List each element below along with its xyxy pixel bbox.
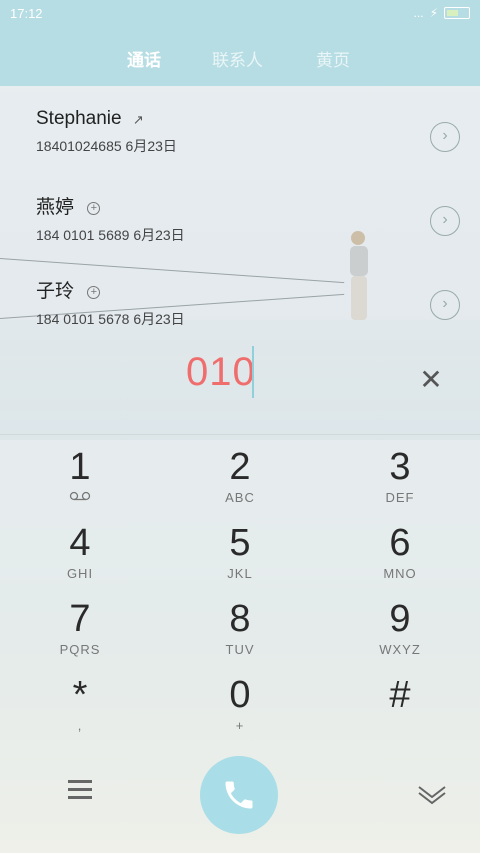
key-letters: MNO: [383, 566, 417, 581]
tab-yellow-pages[interactable]: 黄页: [316, 46, 350, 71]
key-digit: 2: [229, 446, 251, 488]
key-digit: #: [389, 674, 411, 716]
key-letters: GHI: [66, 566, 94, 581]
key-3[interactable]: 3 DEF: [340, 446, 460, 505]
key-letters: ABC: [225, 490, 255, 505]
phone-icon: [225, 781, 253, 809]
contact-name: Stephanie: [36, 108, 122, 129]
key-letters: JKL: [227, 566, 253, 581]
contact-detail-button[interactable]: ›: [430, 290, 460, 320]
key-letters: WXYZ: [379, 642, 421, 657]
key-digit: 4: [69, 522, 91, 564]
key-digit: 8: [229, 598, 251, 640]
call-date: 6月23日: [133, 227, 185, 243]
key-5[interactable]: 5 JKL: [180, 522, 300, 581]
key-4[interactable]: 4 GHI: [20, 522, 140, 581]
contact-name: 子玲: [36, 281, 75, 302]
status-bar: 17:12 ... ⚡: [0, 0, 480, 28]
tab-bar: 通话 联系人 黄页: [0, 28, 480, 86]
key-letters: DEF: [385, 490, 415, 505]
contact-number: 184 0101 5678: [36, 311, 130, 327]
text-cursor: [252, 346, 254, 398]
contact-name: 燕婷: [36, 197, 75, 218]
key-hash[interactable]: #: [340, 674, 460, 718]
recent-call-item[interactable]: Stephanie ↗ 18401024685 6月23日 ›: [36, 108, 460, 178]
tab-contacts[interactable]: 联系人: [212, 46, 263, 71]
status-time: 17:12: [10, 6, 43, 21]
key-1[interactable]: 1: [20, 446, 140, 505]
contact-number: 184 0101 5689: [36, 227, 130, 243]
call-button[interactable]: [200, 756, 278, 834]
key-letters: TUV: [225, 642, 255, 657]
key-digit: 9: [389, 598, 411, 640]
charging-icon: ⚡: [429, 6, 438, 20]
key-digit: 6: [389, 522, 411, 564]
key-2[interactable]: 2 ABC: [180, 446, 300, 505]
battery-icon: [444, 7, 470, 19]
add-contact-icon[interactable]: +: [87, 202, 101, 215]
key-letters: PQRS: [59, 642, 101, 657]
call-date: 6月23日: [133, 311, 185, 327]
more-dots-icon: ...: [413, 6, 424, 20]
add-contact-icon[interactable]: +: [87, 286, 101, 299]
contact-detail-button[interactable]: ›: [430, 206, 460, 236]
contact-number: 18401024685: [36, 138, 122, 154]
key-digit: 3: [389, 446, 411, 488]
divider: [0, 434, 480, 435]
recent-call-item[interactable]: 燕婷 + 184 0101 5689 6月23日 ›: [36, 192, 460, 262]
key-digit: 0: [229, 674, 251, 716]
delete-icon[interactable]: ✕: [418, 366, 444, 394]
dial-input[interactable]: 010: [186, 350, 256, 395]
key-letters: ,: [77, 718, 83, 733]
key-digit: 7: [69, 598, 91, 640]
key-digit: *: [72, 674, 88, 716]
recent-call-item[interactable]: 子玲 + 184 0101 5678 6月23日 ›: [36, 276, 460, 346]
key-letters: +: [235, 718, 245, 733]
key-7[interactable]: 7 PQRS: [20, 598, 140, 657]
voicemail-icon: [20, 490, 140, 505]
key-0[interactable]: 0 +: [180, 674, 300, 733]
key-9[interactable]: 9 WXYZ: [340, 598, 460, 657]
menu-icon[interactable]: [68, 780, 92, 804]
key-8[interactable]: 8 TUV: [180, 598, 300, 657]
key-star[interactable]: * ,: [20, 674, 140, 733]
contact-detail-button[interactable]: ›: [430, 122, 460, 152]
call-date: 6月23日: [125, 138, 177, 154]
key-6[interactable]: 6 MNO: [340, 522, 460, 581]
status-icons: ... ⚡: [414, 6, 470, 20]
tab-calls[interactable]: 通话: [127, 46, 161, 71]
outgoing-call-icon: ↗: [132, 112, 144, 127]
key-digit: 5: [229, 522, 251, 564]
collapse-keypad-icon[interactable]: [416, 782, 448, 806]
key-digit: 1: [69, 446, 91, 488]
